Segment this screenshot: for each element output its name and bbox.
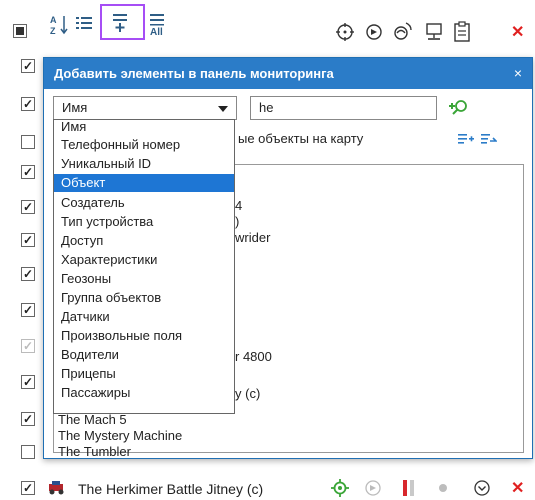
row-checkbox[interactable] [21,233,35,247]
filter-field-dropdown[interactable]: Имя Телефонный номер Уникальный ID Объек… [53,119,235,414]
monitor-icon[interactable] [424,22,444,45]
add-search-icon[interactable] [449,98,469,123]
row-checkbox[interactable] [21,97,35,111]
dropdown-option[interactable]: Водители [54,346,234,364]
status-dot-icon [439,484,447,492]
row-checkbox[interactable] [21,165,35,179]
list-item[interactable]: 4 [235,198,242,214]
show-on-map-label: ые объекты на карту [238,131,364,146]
dropdown-option[interactable]: Прицепы [54,365,234,383]
chevron-down-circle-icon[interactable] [473,479,491,500]
dropdown-option[interactable]: Имя [54,120,234,133]
add-all-label: All [150,27,163,38]
filter-field-value: Имя [62,100,88,115]
add-list-icon[interactable] [458,132,474,149]
list-item[interactable]: r 4800 [235,349,272,365]
close-icon[interactable]: ✕ [511,478,524,498]
dropdown-option[interactable]: Датчики [54,308,234,326]
sort-alpha-icon[interactable]: A Z [50,14,70,36]
list-item[interactable]: The Mach 5 [58,412,127,428]
row-checkbox[interactable] [21,445,35,459]
chevron-down-icon [218,106,228,112]
list-item[interactable]: y (c) [235,386,260,402]
row-checkbox[interactable] [21,135,35,149]
dropdown-option[interactable]: Уникальный ID [54,155,234,173]
clipboard-icon[interactable] [452,21,472,46]
list-item[interactable]: The Mystery Machine [58,428,182,444]
list-item[interactable]: ) [235,214,239,230]
svg-text:Z: Z [50,26,56,36]
row-checkbox[interactable] [21,375,35,389]
route-icon[interactable] [392,20,414,45]
search-value: he [259,100,274,115]
list-icon[interactable] [75,14,95,34]
row-checkbox[interactable] [21,303,35,317]
add-items-dialog: Добавить элементы в панель мониторинга ×… [43,57,533,459]
close-icon[interactable]: ✕ [511,22,524,42]
row-checkbox[interactable] [21,267,35,281]
dropdown-option[interactable]: Характеристики [54,251,234,269]
dropdown-option[interactable]: Тип устройства [54,213,234,231]
unit-row[interactable]: The Herkimer Battle Jitney (c) ✕ [0,476,535,500]
dropdown-option[interactable]: Геозоны [54,270,234,288]
dialog-header: Добавить элементы в панель мониторинга × [44,58,532,89]
row-checkbox[interactable] [21,200,35,214]
vehicle-icon [47,480,67,499]
arrow-circle-icon[interactable] [364,22,384,45]
dropdown-option[interactable]: Создатель [54,194,234,212]
row-checkbox[interactable] [21,412,35,426]
sensor-bar-icon [402,479,416,500]
svg-text:A: A [50,15,57,25]
dropdown-option[interactable]: Произвольные поля [54,327,234,345]
dialog-close-button[interactable]: × [514,58,522,89]
row-checkbox[interactable] [21,339,35,353]
select-all-checkbox[interactable] [13,24,27,38]
dropdown-option[interactable]: Доступ [54,232,234,250]
unit-name[interactable]: The Herkimer Battle Jitney (c) [78,481,263,497]
dialog-title: Добавить элементы в панель мониторинга [54,66,334,81]
add-list-arrow-icon[interactable] [481,132,498,149]
locate-icon[interactable] [335,22,355,45]
row-checkbox[interactable] [21,59,35,73]
search-input[interactable]: he [250,96,437,120]
dropdown-option[interactable]: Группа объектов [54,289,234,307]
list-item[interactable]: wrider [235,230,270,246]
filter-field-select[interactable]: Имя [53,96,237,120]
row-checkbox[interactable] [21,481,35,495]
list-item[interactable]: The Tumbler [58,444,131,460]
arrow-circle-icon[interactable] [364,479,382,500]
dropdown-option[interactable]: Телефонный номер [54,136,234,154]
dropdown-option-selected[interactable]: Объект [54,174,234,192]
locate-icon[interactable] [331,479,349,500]
add-to-list-icon[interactable] [111,12,131,32]
dropdown-option[interactable]: Пассажиры [54,384,234,402]
